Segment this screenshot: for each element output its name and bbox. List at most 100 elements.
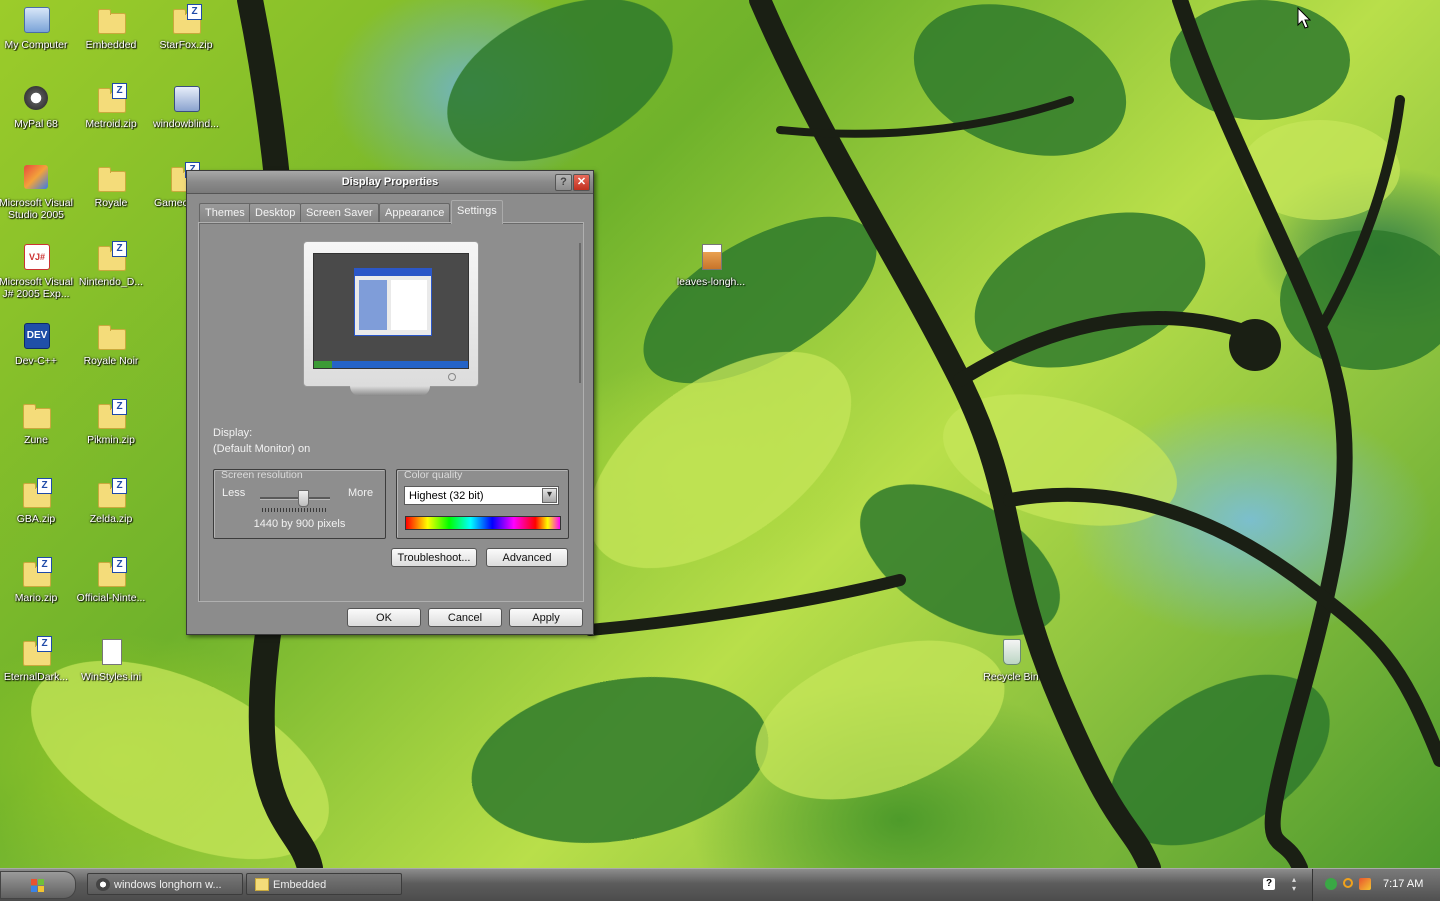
desktop-icon-royale-noir[interactable]: Royale Noir (73, 320, 149, 367)
image-file-icon (695, 241, 727, 273)
windows-flag-icon (31, 879, 44, 892)
taskbar-item-label: windows longhorn w... (114, 879, 222, 891)
desktop-icon-starfox-zip[interactable]: Z StarFox.zip (148, 4, 224, 51)
folder-icon (95, 4, 127, 36)
desktop-icon-gamecube-zip[interactable]: Z Gamec (148, 162, 200, 209)
tab-appearance[interactable]: Appearance (379, 203, 451, 223)
help-button[interactable]: ? (555, 174, 572, 191)
taskbar-item-label: Embedded (273, 879, 327, 891)
troubleshoot-button[interactable]: Troubleshoot... (391, 548, 477, 567)
tab-themes[interactable]: Themes (199, 203, 251, 223)
resolution-more-label: More (348, 487, 374, 499)
monitor-preview-screen (313, 253, 469, 369)
tab-settings[interactable]: Settings (451, 200, 503, 224)
screen-resolution-title: Screen resolution (221, 469, 303, 481)
screen-resolution-group: Screen resolution Less More 1440 by 900 … (213, 469, 386, 539)
desktop-icon-eternaldark-zip[interactable]: Z EternalDark... (0, 636, 74, 683)
network-icon[interactable] (1325, 878, 1337, 890)
recycle-bin-icon (995, 636, 1027, 668)
start-button[interactable] (0, 871, 76, 899)
resolution-slider-ticks (262, 508, 328, 512)
color-quality-select[interactable]: Highest (32 bit) ▾ (404, 486, 559, 505)
my-computer-icon (20, 4, 52, 36)
clock[interactable]: 7:17 AM (1383, 878, 1423, 890)
folder-icon (255, 878, 269, 891)
tab-screen-saver[interactable]: Screen Saver (300, 203, 379, 223)
desktop-icon-mario-zip[interactable]: Z Mario.zip (0, 557, 74, 604)
desktop-icon-devcpp[interactable]: DEV Dev-C++ (0, 320, 74, 367)
color-quality-group: Color quality Highest (32 bit) ▾ (396, 469, 569, 539)
monitor-stand (350, 386, 430, 396)
desktop-icon-visual-jsharp[interactable]: VJ# Microsoft Visual J# 2005 Exp... (0, 241, 74, 300)
chevron-down-icon[interactable]: ▾ (542, 488, 557, 503)
zip-folder-icon: Z (95, 399, 127, 431)
display-properties-dialog[interactable]: Display Properties ? ✕ Themes Desktop Sc… (186, 170, 594, 635)
zip-folder-icon: Z (20, 478, 52, 510)
resolution-slider-track[interactable] (260, 497, 330, 500)
desktop-icon-pikmin-zip[interactable]: Z Pikmin.zip (73, 399, 149, 446)
folder-icon (20, 399, 52, 431)
mypal-browser-icon (96, 878, 110, 891)
zip-folder-icon: Z (95, 478, 127, 510)
folder-icon (95, 162, 127, 194)
color-quality-value: Highest (32 bit) (409, 490, 484, 502)
dialog-title: Display Properties (341, 176, 439, 188)
zip-folder-icon: Z (170, 4, 202, 36)
color-quality-title: Color quality (404, 469, 463, 481)
resolution-value: 1440 by 900 pixels (253, 518, 346, 530)
desktop-icon-nintendo-zip[interactable]: Z Nintendo_D... (73, 241, 149, 288)
desktop-icon-windowblinds[interactable]: windowblind... (148, 83, 224, 130)
resolution-less-label: Less (222, 487, 246, 499)
display-label: Display: (213, 427, 253, 439)
desktop-icon-zune[interactable]: Zune (0, 399, 74, 446)
zip-folder-icon: Z (20, 636, 52, 668)
taskbar: windows longhorn w... Embedded ? ▴ ▾ 7:17… (0, 868, 1440, 901)
visual-jsharp-icon: VJ# (20, 241, 52, 273)
desktop-icon-my-computer[interactable]: My Computer (0, 4, 74, 51)
desktop-icon-mypal[interactable]: MyPal 68 (0, 83, 74, 130)
dialog-titlebar[interactable]: Display Properties ? ✕ (187, 171, 593, 194)
desktop-icon-visual-studio[interactable]: Microsoft Visual Studio 2005 (0, 162, 74, 221)
zip-folder-icon: Z (95, 557, 127, 589)
zip-folder-icon: Z (20, 557, 52, 589)
system-tray: 7:17 AM (1312, 869, 1440, 901)
tab-desktop[interactable]: Desktop (249, 203, 302, 223)
desktop-icon-gba-zip[interactable]: Z GBA.zip (0, 478, 74, 525)
monitor-preview (303, 241, 479, 387)
security-icon[interactable] (1359, 878, 1371, 890)
help-icon[interactable]: ? (1263, 878, 1275, 890)
desktop-icon-zelda-zip[interactable]: Z Zelda.zip (73, 478, 149, 525)
devcpp-icon: DEV (20, 320, 52, 352)
taskbar-item-embedded[interactable]: Embedded (246, 873, 402, 895)
search-icon[interactable] (1343, 878, 1353, 888)
desktop-icon-royale[interactable]: Royale (73, 162, 149, 209)
desktop-icon-recycle-bin[interactable]: Recycle Bin (973, 636, 1049, 683)
mypal-browser-icon (20, 83, 52, 115)
desktop-icon-metroid-zip[interactable]: Z Metroid.zip (73, 83, 149, 130)
ok-button[interactable]: OK (347, 608, 421, 627)
close-button[interactable]: ✕ (573, 174, 590, 191)
panel-divider (579, 243, 581, 383)
advanced-button[interactable]: Advanced (486, 548, 568, 567)
desktop-icon-winstyles-ini[interactable]: WinStyles.ini (73, 636, 149, 683)
zip-folder-icon: Z (95, 241, 127, 273)
show-hidden-icons-chevron-icon[interactable]: ▴ ▾ (1290, 875, 1298, 893)
zip-folder-icon: Z (95, 83, 127, 115)
preview-start-button (314, 361, 332, 368)
preview-window (354, 268, 432, 336)
desktop-icon-official-nintendo-zip[interactable]: Z Official-Ninte... (73, 557, 149, 604)
color-spectrum-bar (405, 516, 561, 530)
desktop-icon-leaves-image[interactable]: leaves-longh... (673, 241, 749, 288)
monitor-power-icon (448, 373, 456, 381)
taskbar-item-browser[interactable]: windows longhorn w... (87, 873, 243, 895)
desktop-icon-embedded[interactable]: Embedded (73, 4, 149, 51)
settings-tab-panel: Display: (Default Monitor) on Screen res… (198, 222, 584, 602)
ini-file-icon (95, 636, 127, 668)
preview-taskbar (314, 361, 468, 368)
apply-button[interactable]: Apply (509, 608, 583, 627)
resolution-slider-thumb[interactable] (297, 490, 309, 507)
installer-icon (170, 83, 202, 115)
display-value: (Default Monitor) on (213, 443, 311, 455)
cancel-button[interactable]: Cancel (428, 608, 502, 627)
mouse-cursor-icon (1297, 7, 1311, 29)
